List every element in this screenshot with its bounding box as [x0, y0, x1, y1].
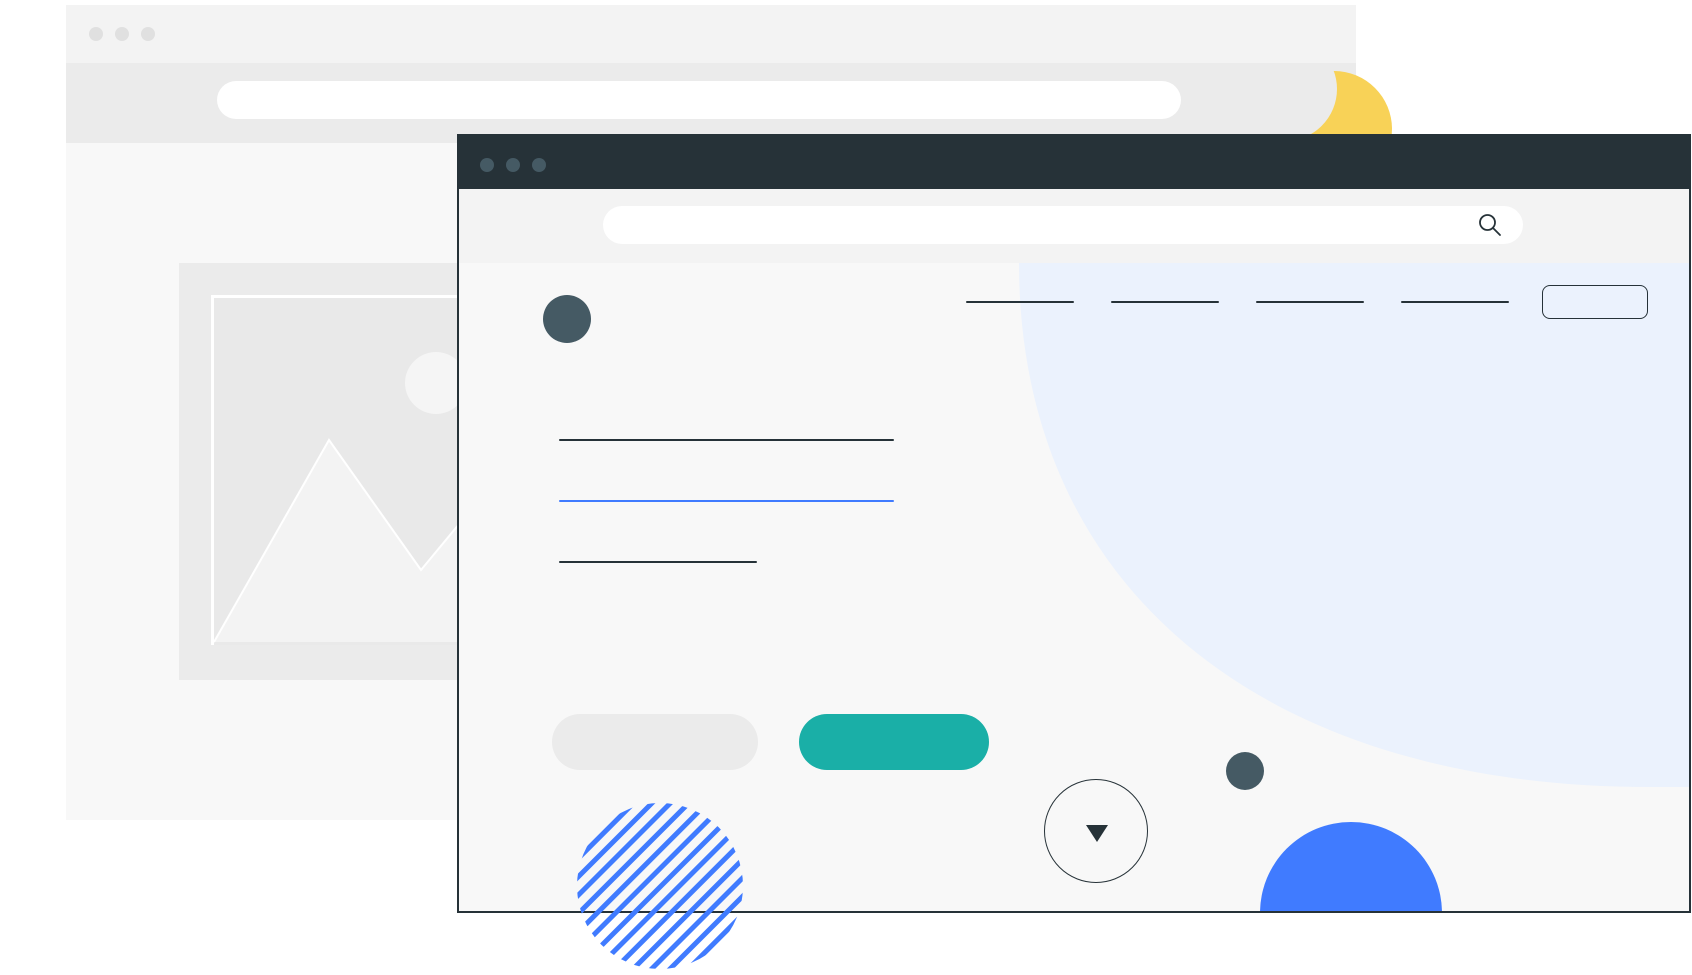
- search-icon[interactable]: [1477, 212, 1503, 238]
- back-address-bar[interactable]: [217, 81, 1181, 119]
- decorative-hatched-circle: [577, 803, 743, 969]
- front-browser-window: [457, 134, 1691, 913]
- chevron-down-icon: [1086, 825, 1108, 842]
- window-control-dot: [141, 27, 155, 41]
- logo[interactable]: [543, 295, 591, 343]
- hero-title-line: [559, 439, 894, 441]
- window-control-dot: [115, 27, 129, 41]
- nav-item[interactable]: [1401, 301, 1509, 303]
- back-title-bar: [66, 5, 1356, 63]
- primary-button[interactable]: [799, 714, 989, 770]
- nav-item[interactable]: [966, 301, 1074, 303]
- window-control-dot: [532, 158, 546, 172]
- search-input[interactable]: [603, 206, 1523, 244]
- back-toolbar: [66, 63, 1356, 143]
- front-title-bar: [459, 136, 1689, 189]
- hero-text-line: [559, 561, 757, 563]
- window-control-dot: [89, 27, 103, 41]
- secondary-button[interactable]: [552, 714, 758, 770]
- image-placeholder-icon: [211, 295, 479, 645]
- cta-button[interactable]: [1542, 285, 1648, 319]
- hero-subtitle-line: [559, 500, 894, 502]
- image-placeholder: [179, 263, 479, 680]
- front-toolbar: [459, 189, 1689, 263]
- window-control-dot: [480, 158, 494, 172]
- decorative-dot: [1226, 752, 1264, 790]
- hero-background-shape: [1019, 263, 1689, 787]
- nav-item[interactable]: [1256, 301, 1364, 303]
- scroll-down-button[interactable]: [1044, 779, 1148, 883]
- window-control-dot: [506, 158, 520, 172]
- nav-item[interactable]: [1111, 301, 1219, 303]
